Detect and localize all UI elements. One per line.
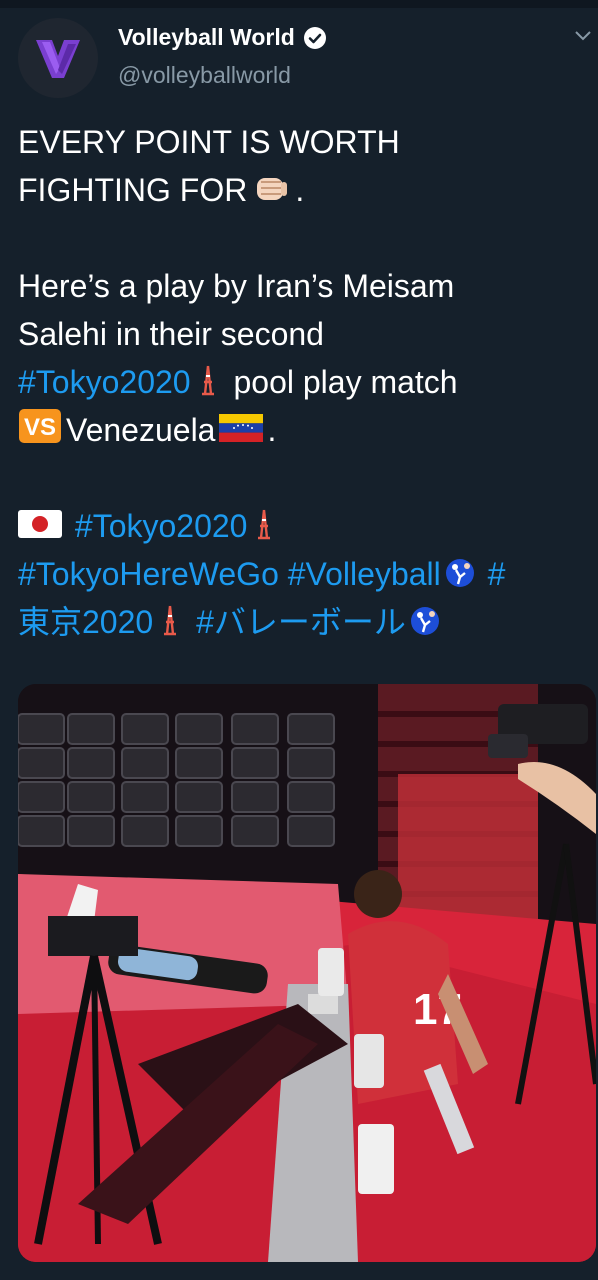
tweet-line-6-text: Venezuela [66,412,216,448]
japan-flag-icon [18,505,62,553]
hashtag-volleyball[interactable]: #Volleyball [288,556,441,592]
tweet-line-5: #Tokyo2020 pool play match [18,358,598,406]
hashtag-volleyball-jp[interactable]: #バレーボール [196,604,406,640]
tokyo-tower-icon [157,601,183,649]
tweet-line-1: EVERY POINT IS WORTH [18,124,400,160]
vs-badge-label: VS [24,414,56,441]
author-handle[interactable]: @volleyballworld [118,62,291,89]
tweet-line-7: #Tokyo2020 [18,502,598,550]
tweet-card[interactable]: Volleyball World @volleyballworld EVERY … [0,0,598,1280]
fist-bump-icon [251,169,291,217]
hashtag-tokyoherewego[interactable]: #TokyoHereWeGo [18,556,279,592]
tweet-line-3: Here’s a play by Iran’s Meisam [18,268,455,304]
hashtag-partial[interactable]: # [488,556,506,592]
volleyball-player-icon [410,601,440,649]
tweet-line-8: #TokyoHereWeGo #Volleyball # [18,550,598,598]
tweet-line-6-end: . [267,412,277,448]
tweet-line-2-text: FIGHTING FOR [18,172,248,208]
hashtag-tokyo2020-2[interactable]: #Tokyo2020 [75,508,248,544]
tokyo-tower-icon [251,505,277,553]
hashtag-tokyo2020[interactable]: #Tokyo2020 [18,364,191,400]
tweet-media-photo[interactable]: 17 [18,684,596,1262]
divider [0,0,598,8]
avatar[interactable] [18,18,98,98]
tweet-line-2: FIGHTING FOR. [18,166,598,214]
venezuela-flag-icon [219,409,264,457]
chevron-down-icon[interactable] [572,24,594,46]
volleyball-world-logo-icon [36,40,80,78]
tweet-line-6: VS Venezuela. [18,406,598,454]
hashtag-tokyo2020-jp[interactable]: 東京2020 [18,604,153,640]
tweet-text: EVERY POINT IS WORTH FIGHTING FOR. Here’… [18,118,598,646]
vs-badge-icon: VS [18,408,62,457]
tweet-line-4: Salehi in their second [18,316,324,352]
verified-badge-icon [303,26,326,49]
volleyball-court-photo: 17 [18,684,596,1262]
tweet-line-9: 東京2020 #バレーボール [18,598,598,646]
tweet-line-2-end: . [295,172,305,208]
tokyo-tower-icon [195,361,221,409]
volleyball-player-icon [445,553,475,601]
author-display-name[interactable]: Volleyball World [118,24,295,51]
tweet-line-5-rest: pool play match [233,364,458,400]
